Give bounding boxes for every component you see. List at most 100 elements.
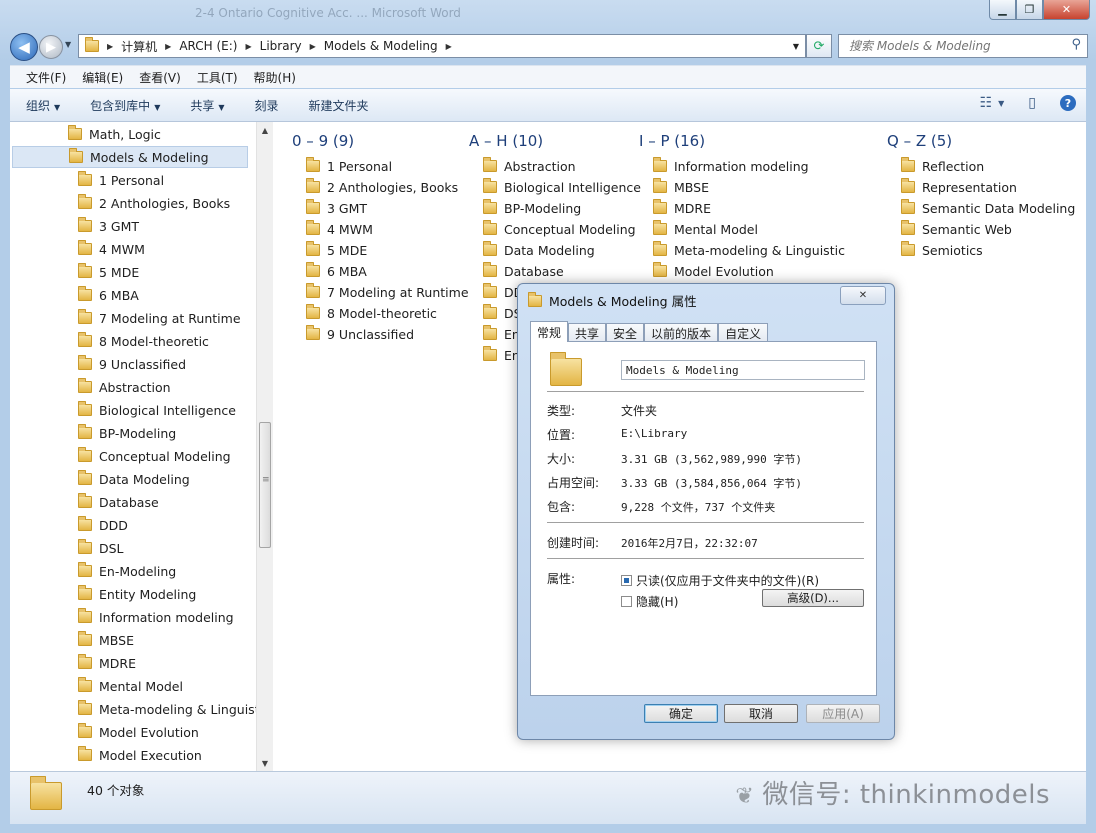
list-item[interactable]: 1 Personal: [306, 156, 392, 176]
list-item[interactable]: 8 Model-theoretic: [306, 303, 437, 323]
dialog-close-button[interactable]: ✕: [840, 286, 886, 305]
refresh-button[interactable]: ⟳: [806, 34, 832, 58]
tree-item[interactable]: Conceptual Modeling: [78, 445, 231, 467]
tree-item[interactable]: 5 MDE: [78, 261, 139, 283]
scroll-down-icon[interactable]: ▼: [257, 755, 273, 771]
minimize-button[interactable]: ▁: [989, 0, 1016, 20]
include-in-library-button[interactable]: 包含到库中 ▼: [90, 97, 160, 114]
list-item[interactable]: Representation: [901, 177, 1017, 197]
list-item[interactable]: Information modeling: [653, 156, 809, 176]
menu-edit[interactable]: 编辑(E): [82, 69, 123, 86]
breadcrumb-chevron-icon[interactable]: ▶: [310, 42, 316, 51]
folder-name-field[interactable]: Models & Modeling: [621, 360, 865, 380]
tree-item[interactable]: En-Modeling: [78, 560, 176, 582]
tree-item[interactable]: Abstraction: [78, 376, 171, 398]
list-item[interactable]: BP-Modeling: [483, 198, 581, 218]
tree-scrollbar[interactable]: ▲ ▼: [256, 122, 273, 771]
list-item[interactable]: 5 MDE: [306, 240, 367, 260]
burn-button[interactable]: 刻录: [255, 97, 279, 114]
tree-item[interactable]: Math, Logic: [68, 123, 161, 145]
tree-item[interactable]: Mental Model: [78, 675, 183, 697]
hidden-checkbox[interactable]: 隐藏(H): [621, 593, 678, 610]
list-item[interactable]: 9 Unclassified: [306, 324, 414, 344]
breadcrumb-chevron-icon[interactable]: ▶: [165, 42, 171, 51]
search-box[interactable]: ⚲: [838, 34, 1088, 58]
tab-security[interactable]: 安全: [606, 323, 645, 342]
scroll-up-icon[interactable]: ▲: [257, 122, 273, 138]
tree-item[interactable]: 9 Unclassified: [78, 353, 186, 375]
tree-item[interactable]: DSL: [78, 537, 124, 559]
list-item[interactable]: Semantic Data Modeling: [901, 198, 1075, 218]
list-item[interactable]: Database: [483, 261, 564, 281]
tree-item[interactable]: 6 MBA: [78, 284, 139, 306]
share-button[interactable]: 共享 ▼: [190, 97, 224, 114]
group-header[interactable]: 0 – 9 (9): [292, 132, 354, 150]
hidden-check-box[interactable]: [621, 596, 632, 607]
group-header[interactable]: Q – Z (5): [887, 132, 952, 150]
readonly-checkbox[interactable]: 只读(仅应用于文件夹中的文件)(R): [621, 572, 819, 589]
view-options-icon[interactable]: ☷: [980, 95, 993, 111]
cancel-button[interactable]: 取消: [724, 704, 798, 723]
list-item[interactable]: Model Evolution: [653, 261, 774, 281]
list-item[interactable]: 4 MWM: [306, 219, 373, 239]
tab-sharing[interactable]: 共享: [568, 323, 607, 342]
list-item[interactable]: MDRE: [653, 198, 711, 218]
tree-item[interactable]: 8 Model-theoretic: [78, 330, 209, 352]
close-button[interactable]: ✕: [1043, 0, 1090, 20]
menu-help[interactable]: 帮助(H): [254, 69, 296, 86]
tree-item[interactable]: Model Evolution: [78, 721, 199, 743]
list-item[interactable]: Conceptual Modeling: [483, 219, 636, 239]
tree-item[interactable]: 1 Personal: [78, 169, 164, 191]
help-icon[interactable]: ?: [1060, 95, 1076, 111]
tab-customize[interactable]: 自定义: [718, 323, 769, 342]
tree-item[interactable]: DDD: [78, 514, 128, 536]
tree-item[interactable]: MDRE: [78, 652, 136, 674]
list-item[interactable]: MBSE: [653, 177, 709, 197]
recent-pages-dropdown[interactable]: ▼: [65, 40, 71, 49]
tree-item[interactable]: MBSE: [78, 629, 134, 651]
breadcrumb-chevron-icon[interactable]: ▶: [446, 42, 452, 51]
group-header[interactable]: A – H (10): [469, 132, 543, 150]
tab-previous-versions[interactable]: 以前的版本: [644, 323, 719, 342]
tree-item[interactable]: Models & Modeling: [12, 146, 248, 168]
menu-tools[interactable]: 工具(T): [197, 69, 238, 86]
preview-pane-icon[interactable]: ▯: [1028, 95, 1036, 111]
menu-file[interactable]: 文件(F): [26, 69, 66, 86]
list-item[interactable]: 7 Modeling at Runtime: [306, 282, 469, 302]
list-item[interactable]: Semiotics: [901, 240, 983, 260]
breadcrumb-current[interactable]: Models & Modeling: [324, 39, 438, 53]
new-folder-button[interactable]: 新建文件夹: [309, 97, 369, 114]
list-item[interactable]: Meta-modeling & Linguistic: [653, 240, 845, 260]
breadcrumb-library[interactable]: Library: [260, 39, 302, 53]
list-item[interactable]: Biological Intelligence: [483, 177, 641, 197]
tree-item[interactable]: Meta-modeling & Linguist: [78, 698, 256, 720]
tree-item[interactable]: Entity Modeling: [78, 583, 196, 605]
menu-view[interactable]: 查看(V): [139, 69, 181, 86]
tree-item[interactable]: 4 MWM: [78, 238, 145, 260]
list-item[interactable]: 6 MBA: [306, 261, 367, 281]
maximize-button[interactable]: ❐: [1016, 0, 1043, 20]
tree-item[interactable]: Model Execution: [78, 744, 202, 766]
list-item[interactable]: 3 GMT: [306, 198, 367, 218]
group-header[interactable]: I – P (16): [639, 132, 705, 150]
apply-button[interactable]: 应用(A): [806, 704, 880, 723]
back-button[interactable]: ◀: [10, 33, 38, 61]
list-item[interactable]: Abstraction: [483, 156, 576, 176]
list-item[interactable]: Reflection: [901, 156, 984, 176]
list-item[interactable]: 2 Anthologies, Books: [306, 177, 458, 197]
tree-item[interactable]: Data Modeling: [78, 468, 190, 490]
chevron-down-icon[interactable]: ▼: [998, 99, 1004, 108]
breadcrumb-chevron-icon[interactable]: ▶: [245, 42, 251, 51]
tree-item[interactable]: 7 Modeling at Runtime: [78, 307, 241, 329]
search-input[interactable]: [847, 38, 1065, 54]
forward-button[interactable]: ▶: [39, 35, 63, 59]
tree-item[interactable]: Biological Intelligence: [78, 399, 236, 421]
list-item[interactable]: Mental Model: [653, 219, 758, 239]
tree-item[interactable]: 3 GMT: [78, 215, 139, 237]
list-item[interactable]: Data Modeling: [483, 240, 595, 260]
tree-item[interactable]: Information modeling: [78, 606, 234, 628]
search-icon[interactable]: ⚲: [1071, 37, 1081, 52]
ok-button[interactable]: 确定: [644, 704, 718, 723]
tab-general[interactable]: 常规: [530, 321, 569, 342]
tree-item[interactable]: 2 Anthologies, Books: [78, 192, 230, 214]
